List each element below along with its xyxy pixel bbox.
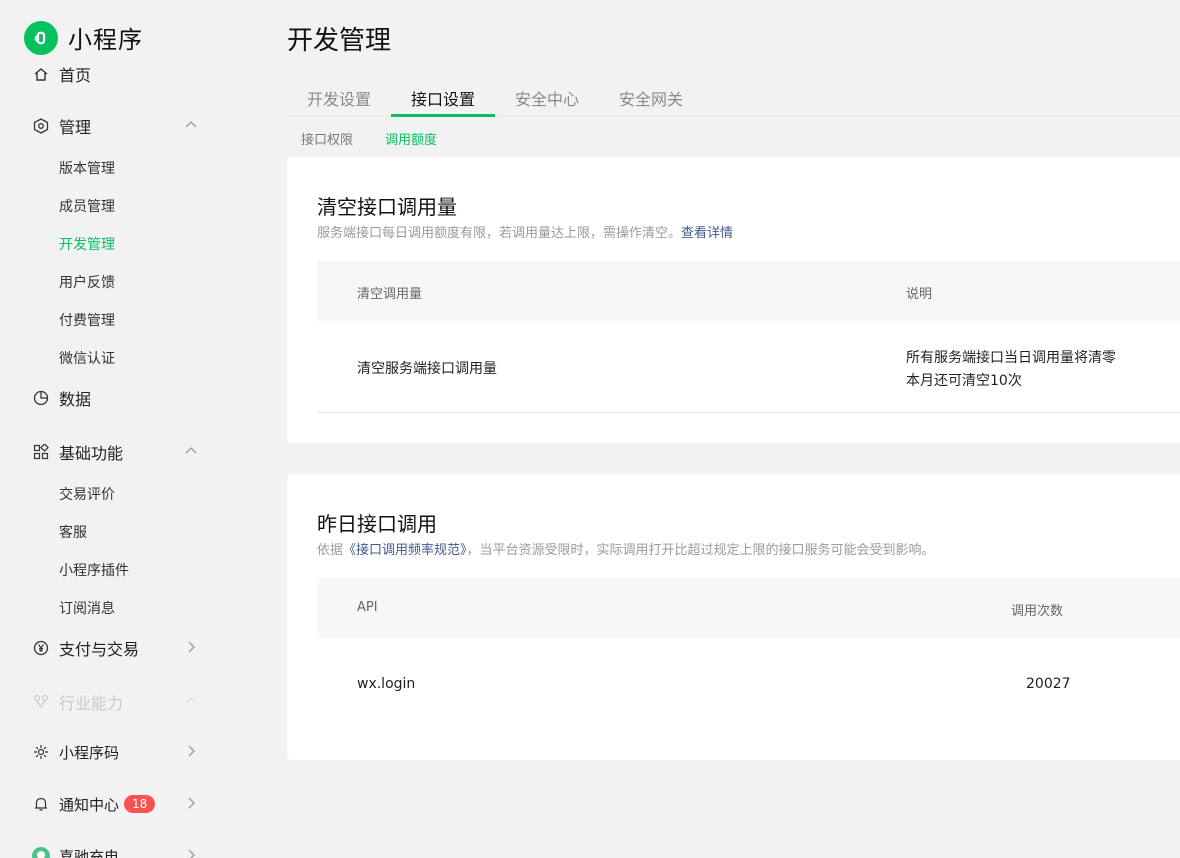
bell-icon: [32, 795, 50, 813]
tab-security-gateway[interactable]: 安全网关: [619, 86, 683, 110]
sidebar-group-label: 小程序码: [59, 743, 120, 762]
chevron-up-icon: [185, 697, 197, 704]
manage-icon: [32, 117, 50, 135]
chevron-up-icon: [185, 121, 197, 128]
tab-api-settings[interactable]: 接口设置: [411, 86, 475, 110]
sidebar-item-plugins[interactable]: 小程序插件: [59, 560, 129, 580]
sidebar: 小程序 首页 管理 版本管理 成员管理 开发管理 用户反馈 付费管理 微信认证 …: [0, 0, 262, 858]
sidebar-item-subscribe[interactable]: 订阅消息: [59, 598, 115, 618]
avatar: [32, 847, 50, 858]
call-count-cell: 20027: [1026, 676, 1071, 692]
grid-icon: [32, 443, 50, 461]
sidebar-group-label: 行业能力: [59, 694, 124, 713]
chevron-right-icon: [188, 849, 195, 858]
card-title: 清空接口调用量: [317, 195, 457, 219]
column-header: 清空调用量: [357, 287, 423, 302]
view-details-link[interactable]: 查看详情: [681, 226, 733, 241]
miniprogram-logo-icon: [24, 20, 58, 55]
table-header: API 调用次数: [317, 578, 1180, 638]
sidebar-group-industry[interactable]: 行业能力: [32, 688, 202, 716]
sidebar-item-feedback[interactable]: 用户反馈: [59, 272, 115, 292]
sidebar-account[interactable]: 喜驰充电: [32, 842, 202, 858]
sidebar-group-pay[interactable]: 支付与交易: [32, 634, 202, 662]
api-name-cell: wx.login: [357, 676, 416, 692]
column-header: 调用次数: [1011, 604, 1064, 619]
chevron-right-icon: [188, 745, 195, 757]
main-tabs: 开发设置 接口设置 安全中心 安全网关: [287, 74, 1180, 117]
chevron-right-icon: [188, 797, 195, 809]
chevron-right-icon: [188, 641, 195, 653]
sidebar-item-dev-manage[interactable]: 开发管理: [59, 234, 115, 254]
sidebar-item-members[interactable]: 成员管理: [59, 196, 115, 216]
card-description: 依据《接口调用频率规范》，当平台资源受限时，实际调用打开比超过规定上限的接口服务…: [317, 543, 935, 558]
sidebar-item-service[interactable]: 客服: [59, 522, 87, 542]
row-divider: [317, 412, 1180, 413]
account-name: 喜驰充电: [59, 847, 120, 858]
industry-icon: [32, 693, 50, 711]
sidebar-group-basic[interactable]: 基础功能: [32, 438, 202, 466]
column-header: 说明: [906, 287, 933, 302]
rate-limit-spec-link[interactable]: 《接口调用频率规范》: [343, 543, 467, 558]
sidebar-item-verify[interactable]: 微信认证: [59, 348, 115, 368]
sidebar-group-label: 管理: [59, 118, 92, 137]
sidebar-group-manage[interactable]: 管理: [32, 112, 202, 140]
app-logo[interactable]: 小程序: [24, 20, 143, 55]
chevron-up-icon: [185, 447, 197, 454]
table-header: 清空调用量 说明: [317, 261, 1180, 321]
qrcode-sun-icon: [32, 743, 50, 761]
card-description: 服务端接口每日调用额度有限，若调用量达上限，需操作清空。查看详情: [317, 226, 734, 241]
page-title: 开发管理: [287, 26, 392, 56]
sidebar-item-reviews[interactable]: 交易评价: [59, 484, 115, 504]
column-header: API: [357, 600, 378, 615]
tab-dev-settings[interactable]: 开发设置: [307, 86, 371, 110]
home-icon: [32, 65, 50, 83]
sub-tabs: 接口权限 调用额度: [287, 117, 1180, 157]
sidebar-item-label: 首页: [59, 66, 92, 85]
sidebar-group-notify[interactable]: 通知中心 18: [32, 790, 202, 818]
sidebar-group-qrcode[interactable]: 小程序码: [32, 738, 202, 766]
sidebar-group-label: 通知中心: [59, 795, 120, 814]
sidebar-group-label: 基础功能: [59, 444, 124, 463]
subtab-quota[interactable]: 调用额度: [385, 129, 437, 148]
clear-server-api-action[interactable]: 清空服务端接口调用量: [357, 358, 497, 378]
sidebar-item-version[interactable]: 版本管理: [59, 158, 115, 178]
app-name: 小程序: [68, 26, 143, 54]
row-note-line1: 所有服务端接口当日调用量将清零: [906, 350, 1116, 366]
pie-chart-icon: [32, 389, 50, 407]
sidebar-group-label: 数据: [59, 390, 92, 409]
sidebar-group-label: 支付与交易: [59, 640, 140, 659]
card-title: 昨日接口调用: [317, 512, 437, 536]
sidebar-item-home[interactable]: 首页: [32, 60, 202, 88]
notification-count-badge: 18: [124, 795, 156, 813]
sidebar-group-data[interactable]: 数据: [32, 384, 202, 412]
clear-quota-card: 清空接口调用量 服务端接口每日调用额度有限，若调用量达上限，需操作清空。查看详情…: [287, 157, 1180, 443]
subtab-api-permission[interactable]: 接口权限: [301, 129, 353, 148]
tab-security-center[interactable]: 安全中心: [515, 86, 579, 110]
row-note-line2: 本月还可清空10次: [906, 373, 1022, 389]
yuan-icon: [32, 639, 50, 657]
sidebar-item-billing[interactable]: 付费管理: [59, 310, 115, 330]
yesterday-calls-card: 昨日接口调用 依据《接口调用频率规范》，当平台资源受限时，实际调用打开比超过规定…: [287, 474, 1180, 760]
